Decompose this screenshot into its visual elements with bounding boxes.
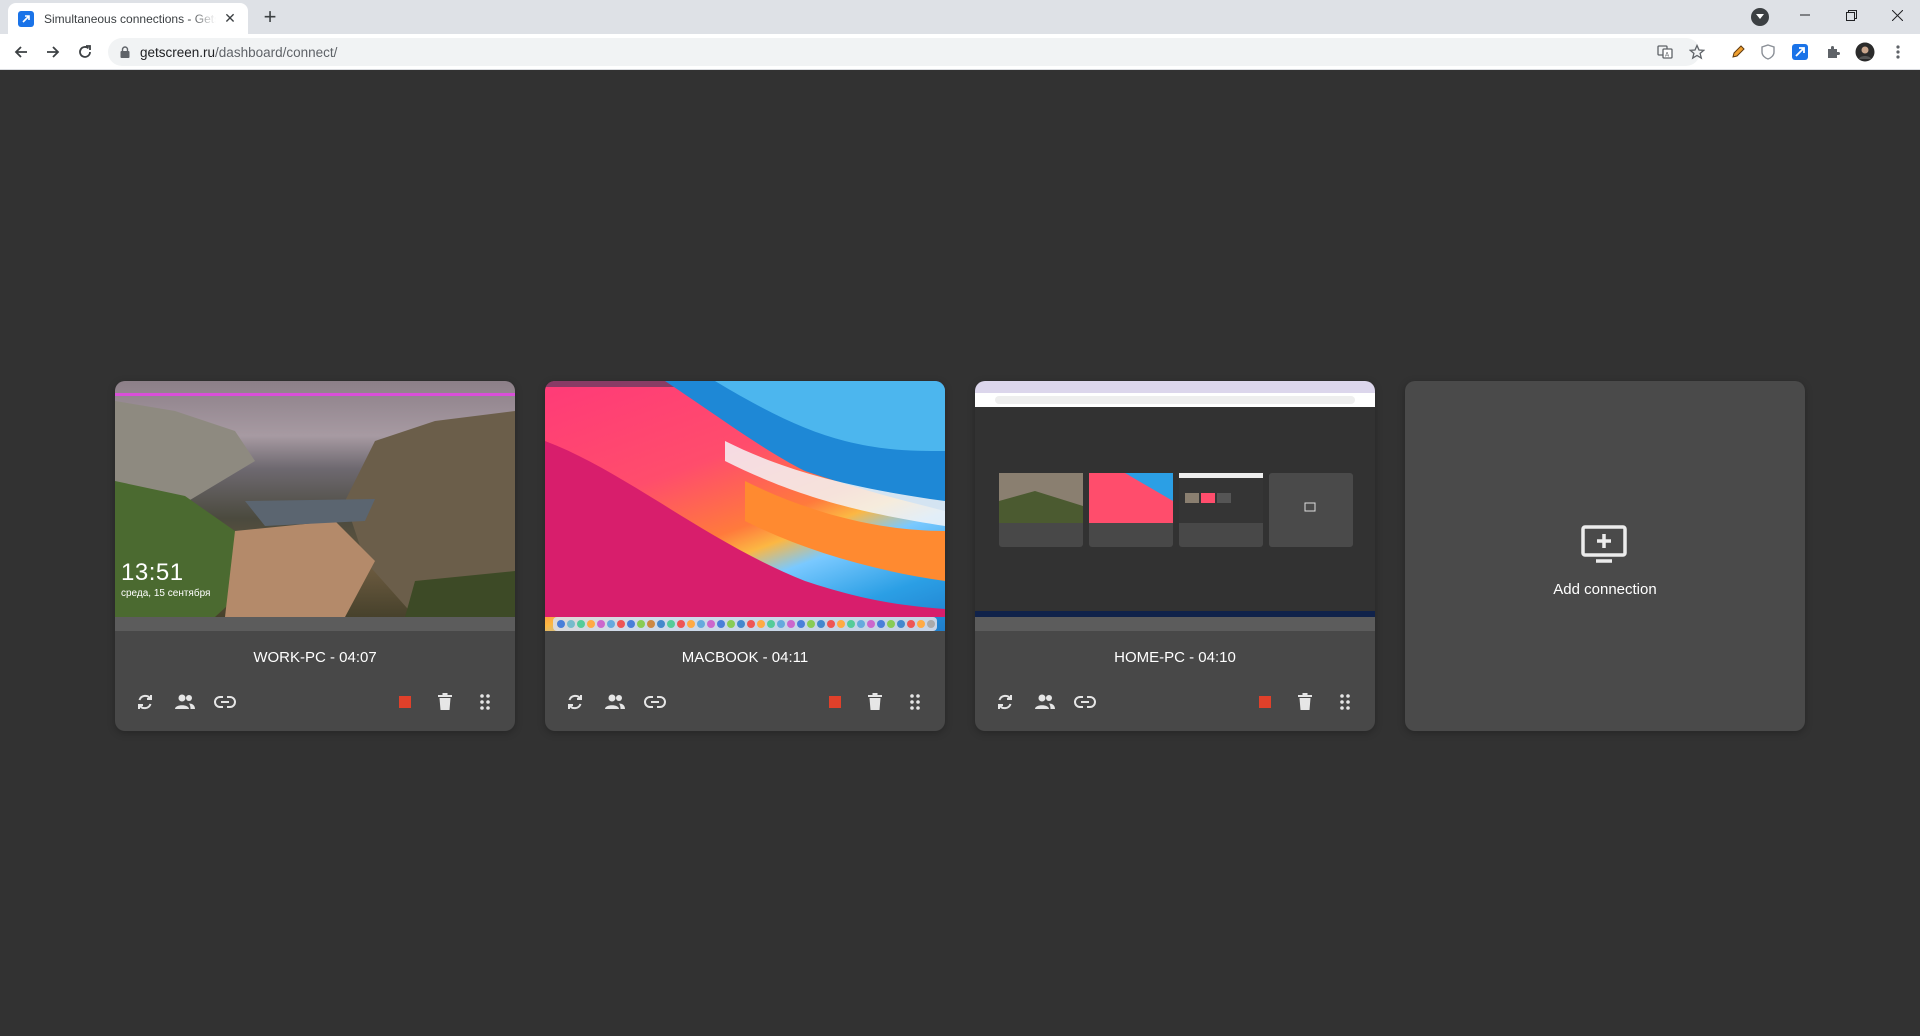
lock-screen-time: 13:51 (121, 559, 184, 586)
browser-tabstrip: Simultaneous connections - Getscreen ✕ + (0, 0, 1920, 34)
connection-title: WORK-PC - 04:07 (253, 649, 377, 666)
connection-preview[interactable] (545, 381, 945, 631)
add-connection-card[interactable]: Add connection (1405, 381, 1805, 731)
add-connection-label: Add connection (1553, 581, 1657, 598)
pen-extension-icon[interactable] (1726, 40, 1750, 64)
connection-title: HOME-PC - 04:10 (1114, 649, 1236, 666)
drag-handle-icon[interactable] (472, 689, 498, 715)
dashboard-page: 13:51 среда, 15 сентября WORK-PC - 04:07 (0, 70, 1920, 1036)
refresh-icon[interactable] (562, 689, 588, 715)
browser-menu-icon[interactable] (1886, 40, 1910, 64)
restore-window-icon[interactable] (1828, 0, 1874, 30)
refresh-icon[interactable] (992, 689, 1018, 715)
bookmark-star-icon[interactable] (1685, 40, 1709, 64)
connection-preview[interactable] (975, 381, 1375, 631)
address-bar[interactable]: getscreen.ru/dashboard/connect/ (108, 38, 1700, 66)
add-monitor-icon (1581, 525, 1627, 565)
tab-title: Simultaneous connections - Getscreen (44, 11, 216, 26)
connection-actions (115, 681, 515, 721)
tab-close-icon[interactable]: ✕ (222, 10, 238, 27)
connection-card-work-pc[interactable]: 13:51 среда, 15 сентября WORK-PC - 04:07 (115, 381, 515, 731)
url-text: getscreen.ru/dashboard/connect/ (140, 44, 338, 60)
link-icon[interactable] (212, 689, 238, 715)
reload-icon[interactable] (73, 40, 97, 64)
users-icon[interactable] (1032, 689, 1058, 715)
trash-icon[interactable] (1292, 689, 1318, 715)
trash-icon[interactable] (432, 689, 458, 715)
connection-title: MACBOOK - 04:11 (681, 649, 809, 666)
users-icon[interactable] (172, 689, 198, 715)
minimize-window-icon[interactable] (1782, 0, 1828, 30)
link-icon[interactable] (1072, 689, 1098, 715)
preview-bottom-bar (115, 617, 515, 631)
stop-icon[interactable] (822, 689, 848, 715)
getscreen-favicon-icon (18, 10, 34, 27)
extensions-puzzle-icon[interactable] (1821, 40, 1845, 64)
connection-card-home-pc[interactable]: HOME-PC - 04:10 (975, 381, 1375, 731)
stop-icon[interactable] (1252, 689, 1278, 715)
connection-actions (545, 681, 945, 721)
translate-icon[interactable]: A (1653, 40, 1677, 64)
connection-preview[interactable]: 13:51 среда, 15 сентября (115, 381, 515, 631)
link-icon[interactable] (642, 689, 668, 715)
refresh-icon[interactable] (132, 689, 158, 715)
tab-search-icon[interactable] (1751, 8, 1769, 26)
new-tab-button[interactable]: + (258, 6, 282, 30)
stop-icon[interactable] (392, 689, 418, 715)
trash-icon[interactable] (862, 689, 888, 715)
lock-screen-date: среда, 15 сентября (121, 588, 211, 599)
connection-card-macbook[interactable]: MACBOOK - 04:11 (545, 381, 945, 731)
drag-handle-icon[interactable] (1332, 689, 1358, 715)
back-arrow-icon[interactable] (9, 40, 33, 64)
forward-arrow-icon[interactable] (41, 40, 65, 64)
shield-extension-icon[interactable] (1756, 40, 1780, 64)
drag-handle-icon[interactable] (902, 689, 928, 715)
getscreen-extension-icon[interactable] (1788, 40, 1812, 64)
browser-tab-active[interactable]: Simultaneous connections - Getscreen ✕ (8, 3, 248, 34)
connection-actions (975, 681, 1375, 721)
users-icon[interactable] (602, 689, 628, 715)
close-window-icon[interactable] (1874, 0, 1920, 30)
browser-toolbar: getscreen.ru/dashboard/connect/ A (0, 34, 1920, 70)
lock-icon[interactable] (118, 45, 132, 59)
profile-avatar-icon[interactable] (1853, 40, 1877, 64)
